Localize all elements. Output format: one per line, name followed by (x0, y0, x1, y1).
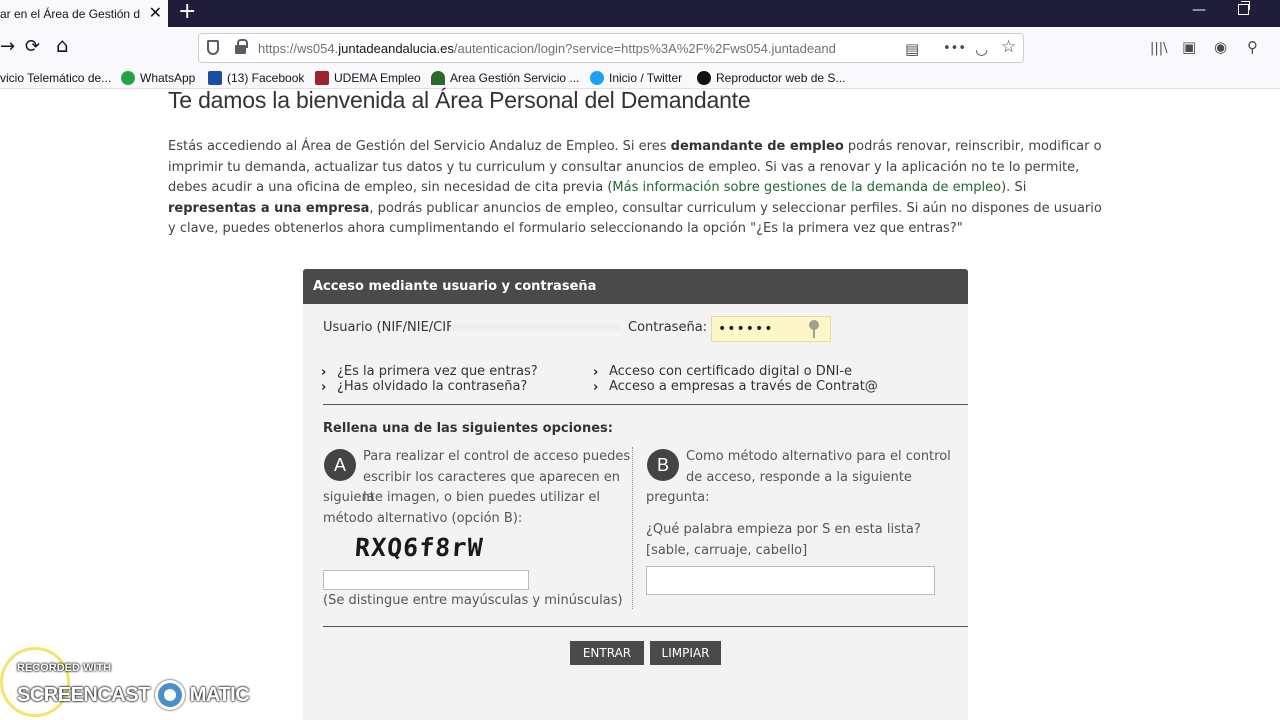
twitter-icon (590, 71, 604, 85)
companies-link[interactable]: Acceso a empresas a través de Contrat@ (609, 379, 878, 394)
tab-title: ar en el Área de Gestión del (0, 6, 140, 21)
bookmark-item[interactable]: UDEMA Empleo (315, 71, 421, 85)
reload-icon[interactable]: ⟳ (25, 36, 40, 58)
tracking-shield-icon[interactable] (207, 40, 219, 55)
forgot-password-link[interactable]: ¿Has olvidado la contraseña? (337, 379, 527, 394)
watermark-caption: RECORDED WITH (17, 662, 112, 674)
chevron-right-icon: › (593, 365, 599, 380)
option-b-badge: B (647, 449, 679, 481)
home-icon[interactable]: ⌂ (56, 34, 69, 56)
minimize-icon[interactable]: — (1192, 2, 1206, 18)
bookmark-item[interactable]: WhatsApp (121, 71, 195, 85)
library-icon[interactable]: |||\ (1150, 40, 1168, 58)
active-tab[interactable]: ar en el Área de Gestión del ✕ (0, 0, 168, 27)
options-title: Rellena una de las siguientes opciones: (323, 421, 613, 436)
extension-icon[interactable]: ⚲ (1247, 38, 1258, 56)
page-title: Te damos la bienvenida al Área Personal … (168, 87, 751, 113)
account-icon[interactable]: ◉ (1214, 38, 1227, 56)
case-hint: (Se distingue entre mayúsculas y minúscu… (323, 593, 623, 608)
user-label: Usuario (NIF/NIE/CIF (323, 320, 454, 335)
more-info-link[interactable]: Más información sobre gestiones de la de… (612, 180, 1001, 195)
bookmark-item[interactable]: Reproductor web de S... (697, 71, 845, 85)
intro-paragraph: Estás accediendo al Área de Gestión del … (168, 139, 1102, 236)
login-header: Acceso mediante usuario y contraseña (303, 269, 968, 304)
restore-window-icon[interactable] (1238, 1, 1250, 15)
option-a-text-continued: siguiente imagen, o bien puedes utilizar… (323, 490, 600, 526)
new-tab-icon[interactable]: + (178, 1, 196, 23)
page-actions-icon[interactable]: ••• (943, 40, 966, 58)
whatsapp-icon (121, 71, 135, 85)
captcha-input[interactable] (323, 570, 529, 590)
password-label: Contraseña: (628, 320, 708, 335)
options-divider (632, 447, 633, 609)
option-b-text-continued: pregunta: (646, 490, 710, 505)
tab-bar: ar en el Área de Gestión del ✕ + — (0, 0, 1280, 27)
bookmarks-toolbar: vicio Telemático de... WhatsApp (13) Fac… (0, 68, 1280, 89)
bookmark-item[interactable]: Inicio / Twitter (590, 71, 682, 85)
enter-button[interactable]: ENTRAR (570, 641, 644, 665)
certificate-link[interactable]: Acceso con certificado digital o DNI-e (609, 364, 852, 379)
junta-icon (431, 71, 445, 85)
clear-button[interactable]: LIMPIAR (650, 641, 721, 665)
close-tab-icon[interactable]: ✕ (149, 4, 162, 22)
lock-icon[interactable] (235, 39, 248, 54)
key-icon (809, 320, 819, 338)
back-icon[interactable]: → (0, 36, 15, 58)
bookmark-item[interactable]: Area Gestión Servicio ... (431, 71, 579, 85)
chevron-right-icon: › (321, 365, 327, 380)
captcha-image: RXQ6f8rW (353, 533, 485, 562)
url-text[interactable]: https://ws054.juntadeandalucia.es/autent… (258, 41, 870, 56)
url-bar[interactable]: https://ws054.juntadeandalucia.es/autent… (198, 33, 1024, 63)
bookmark-item[interactable]: vicio Telemático de... (0, 71, 111, 85)
reader-view-icon[interactable]: ▤ (905, 40, 919, 58)
divider (323, 404, 968, 405)
logo-o-icon (154, 680, 185, 710)
screencast-o-matic-logo: SCREENCAST MATIC (17, 680, 250, 710)
option-b-text: Como método alternativo para el control … (686, 449, 951, 485)
user-input[interactable] (451, 320, 621, 336)
facebook-icon (208, 71, 222, 85)
option-a-badge: A (324, 449, 356, 481)
answer-input[interactable] (646, 566, 935, 595)
chevron-right-icon: › (593, 380, 599, 395)
login-panel: Acceso mediante usuario y contraseña Usu… (303, 269, 968, 720)
chevron-right-icon: › (321, 380, 327, 395)
sidebar-icon[interactable]: ▣ (1182, 38, 1196, 56)
first-time-link[interactable]: ¿Es la primera vez que entras? (337, 364, 538, 379)
spotify-icon (697, 71, 711, 85)
pocket-icon[interactable]: ◡ (975, 40, 988, 58)
divider (323, 626, 968, 627)
bookmark-item[interactable]: (13) Facebook (208, 71, 304, 85)
bookmark-star-icon[interactable]: ☆ (1001, 38, 1016, 56)
udema-icon (315, 71, 329, 85)
question-choices: [sable, carruaje, cabello] (646, 543, 808, 558)
security-question: ¿Qué palabra empieza por S en esta lista… (646, 522, 921, 537)
